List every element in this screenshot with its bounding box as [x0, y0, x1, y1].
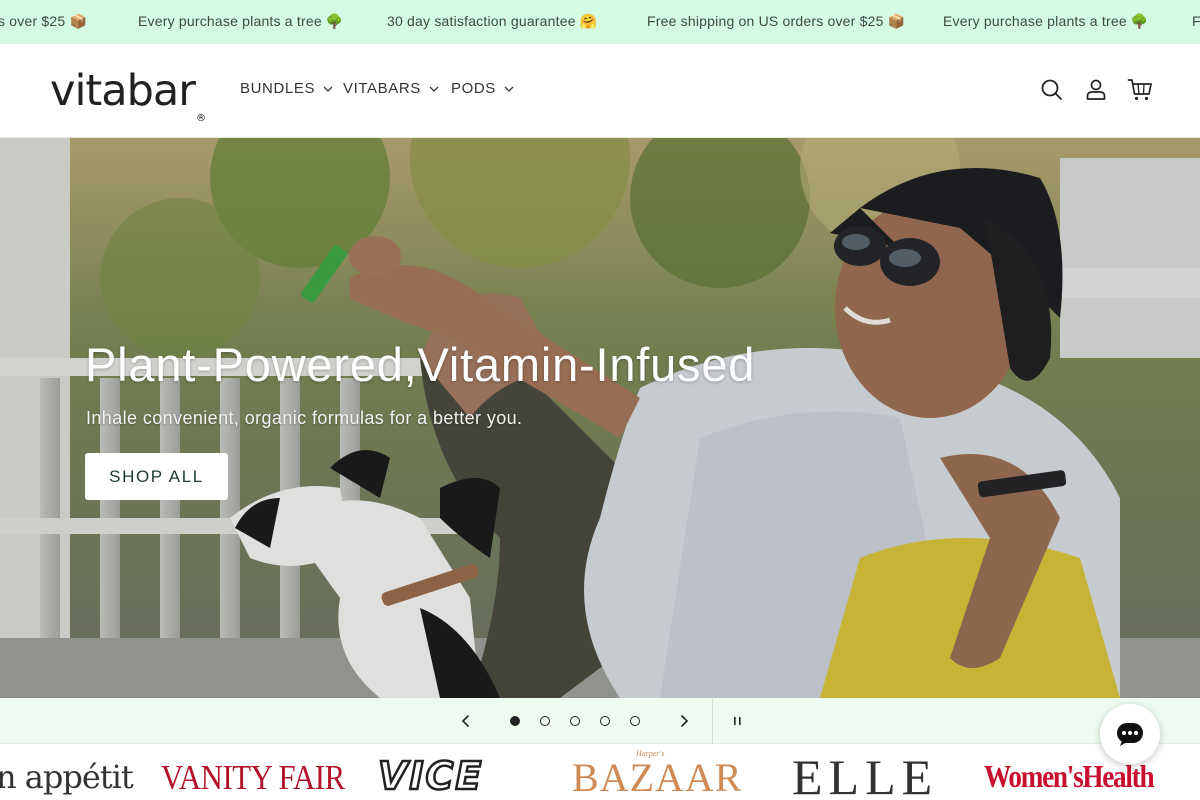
- chat-icon: [1117, 723, 1143, 746]
- cart-icon: [1127, 79, 1152, 101]
- account-button[interactable]: [1083, 77, 1109, 103]
- nav-bundles[interactable]: BUNDLES: [240, 80, 333, 97]
- search-icon: [1041, 79, 1062, 100]
- press-logo-elle: ELLE: [792, 749, 939, 800]
- press-logo-vice: VICE: [377, 753, 484, 800]
- chat-button[interactable]: [1100, 704, 1160, 764]
- account-icon: [1086, 79, 1106, 100]
- nav-vitabars-label: VITABARS: [343, 80, 421, 97]
- chevron-down-icon: [429, 86, 439, 92]
- slide-dot-4[interactable]: [600, 716, 610, 726]
- announcement-item: Every purchase plants a tree 🌳: [138, 13, 344, 29]
- announcement-item: Every purchase plants a tree 🌳: [943, 13, 1149, 29]
- press-logo-bazaar: BAZAAR: [572, 755, 743, 800]
- nav-pods-label: PODS: [451, 80, 496, 97]
- cart-button[interactable]: [1127, 77, 1153, 103]
- brand-logo-text: vitabar: [50, 66, 196, 116]
- site-header: vitabar® BUNDLES VITABARS PODS: [0, 44, 1200, 138]
- shop-all-button[interactable]: SHOP ALL: [85, 453, 228, 500]
- slider-controls: [0, 698, 1200, 744]
- hero-banner: Plant-Powered,Vitamin-Infused Inhale con…: [0, 138, 1200, 698]
- nav-pods[interactable]: PODS: [451, 80, 514, 97]
- brand-logo[interactable]: vitabar®: [50, 66, 206, 124]
- hero-subtitle: Inhale convenient, organic formulas for …: [86, 408, 523, 428]
- announcement-item: Fre: [1192, 13, 1200, 29]
- hero-title: Plant-Powered,Vitamin-Infused: [85, 338, 756, 391]
- nav-vitabars[interactable]: VITABARS: [343, 80, 439, 97]
- chevron-down-icon: [504, 86, 514, 92]
- announcement-bar: s over $25 📦 Every purchase plants a tre…: [0, 0, 1200, 44]
- controls-divider: [712, 698, 713, 744]
- press-logo-bon-appetit: n appétit: [0, 758, 134, 796]
- slide-dot-1[interactable]: [510, 716, 520, 726]
- announcement-item: s over $25 📦: [0, 13, 88, 29]
- search-button[interactable]: [1039, 77, 1065, 103]
- announcement-item: Free shipping on US orders over $25 📦: [647, 13, 906, 29]
- press-logo-vanity-fair: VANITY FAIR: [161, 758, 345, 797]
- slide-dot-2[interactable]: [540, 716, 550, 726]
- slide-dot-5[interactable]: [630, 716, 640, 726]
- pause-icon[interactable]: [728, 711, 748, 731]
- press-logos: n appétit VANITY FAIR VICE Harper's BAZA…: [0, 744, 1200, 800]
- registered-mark: ®: [195, 113, 206, 124]
- slide-dot-3[interactable]: [570, 716, 580, 726]
- announcement-item: 30 day satisfaction guarantee 🤗: [387, 13, 598, 29]
- next-slide-icon[interactable]: [674, 711, 694, 731]
- previous-slide-icon[interactable]: [456, 711, 476, 731]
- nav-bundles-label: BUNDLES: [240, 80, 316, 97]
- chevron-down-icon: [323, 86, 333, 92]
